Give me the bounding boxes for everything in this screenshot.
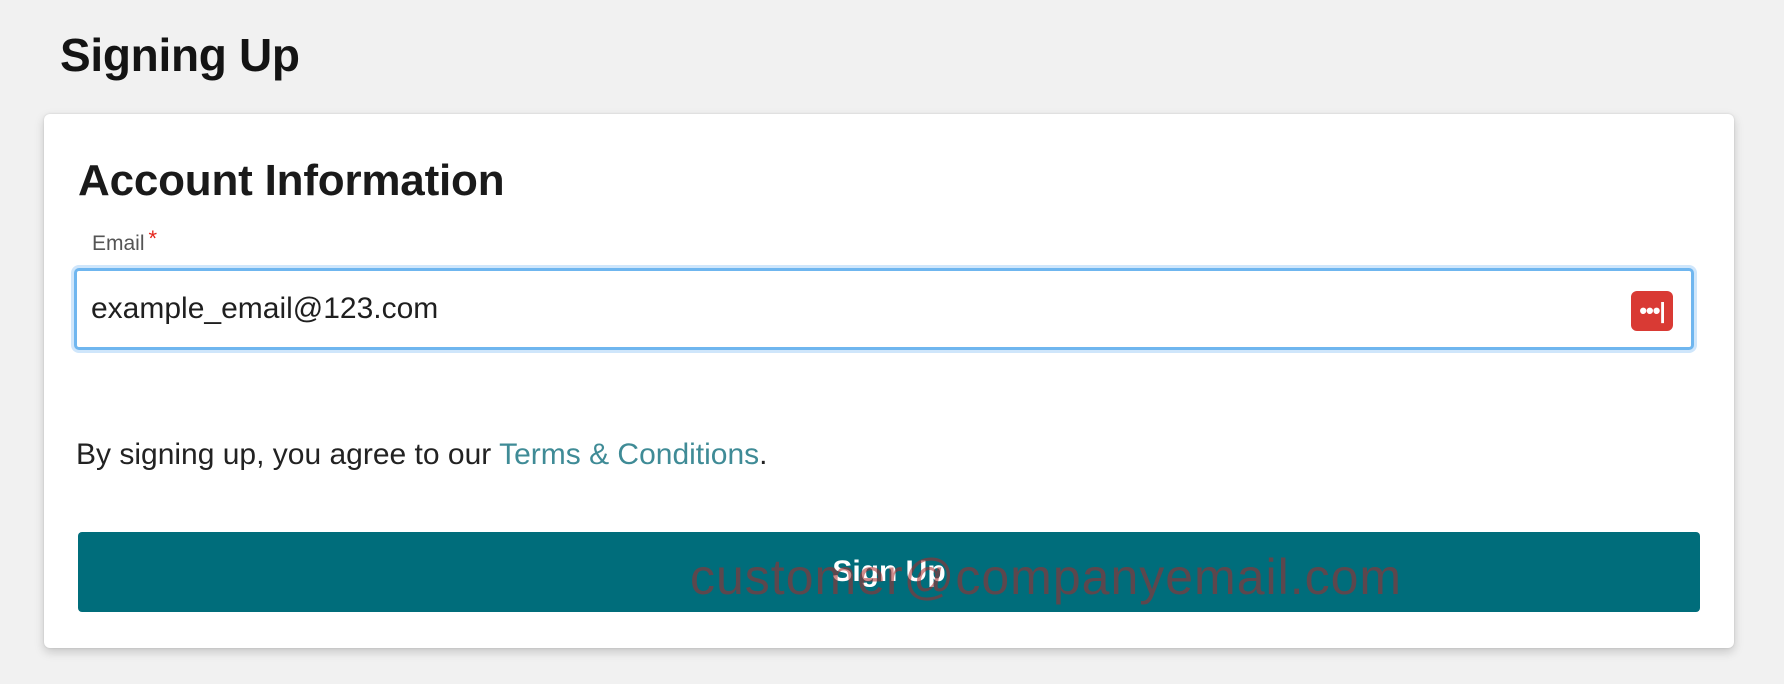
terms-suffix: . [759,438,768,471]
required-marker: * [148,226,158,251]
email-label-text: Email [92,232,145,255]
terms-prefix: By signing up, you agree to our [76,438,500,471]
page-title: Signing Up [60,29,300,81]
password-manager-icon[interactable]: •••| [1631,291,1673,331]
email-field[interactable] [91,271,1591,347]
card-title: Account Information [78,156,505,205]
email-field-wrapper: •••| [74,268,1694,350]
sign-up-button[interactable]: Sign Up [78,532,1700,612]
password-manager-glyph: •••| [1639,298,1665,323]
email-label: Email * [92,226,157,256]
account-information-card: Account Information Email* •••| By signi… [44,114,1734,648]
terms-link[interactable]: Terms & Conditions [499,438,759,471]
terms-text: By signing up, you agree to our Terms & … [76,438,768,472]
